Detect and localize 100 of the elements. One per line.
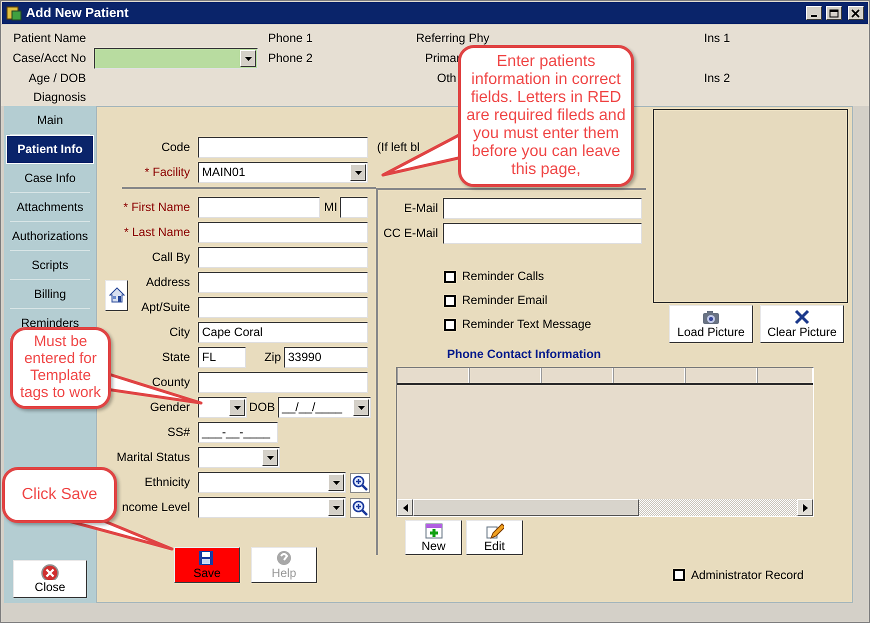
field-label: County [150,375,190,390]
dropdown-button[interactable] [229,399,245,416]
scroll-right-button[interactable] [797,499,813,516]
field-label: * Last Name [122,225,190,240]
close-icon [793,308,811,325]
house-button[interactable] [105,280,128,310]
clear-picture-button[interactable]: Clear Picture [760,305,844,343]
field-label: Oth [437,71,456,86]
sidebar-tab[interactable]: Authorizations [10,222,90,251]
text-field[interactable]: FL [198,347,246,368]
checkbox[interactable] [673,569,685,582]
search-button[interactable] [350,498,370,518]
dropdown-button[interactable] [262,449,278,466]
camera-icon [702,308,720,325]
text-field[interactable] [198,272,368,293]
checkbox-label: Administrator Record [691,568,804,583]
field-label: State [160,350,190,365]
column-header[interactable] [541,368,613,384]
sidebar-tab[interactable]: Patient Info [6,135,94,164]
caret-down-icon [266,454,274,460]
caret-down-icon [332,504,340,510]
field-label: DOB [249,400,276,415]
load-picture-button[interactable]: Load Picture [669,305,753,343]
caret-down-icon [332,480,340,486]
scroll-thumb[interactable] [413,499,639,516]
text-field[interactable] [198,222,368,243]
dropdown-field[interactable] [198,447,280,468]
field-label: Marital Status [116,450,190,465]
close-button[interactable]: Close [13,560,87,598]
dropdown-field[interactable]: __/__/____ [278,397,372,418]
dropdown-button[interactable] [353,399,370,416]
checkbox[interactable] [444,270,456,282]
scrollbar-track[interactable] [397,499,813,516]
close-button[interactable] [848,6,864,20]
column-header[interactable] [469,368,541,384]
maximize-button[interactable] [826,6,842,20]
field-label: Primar [425,51,460,66]
text-field[interactable] [198,372,368,393]
column-header[interactable] [613,368,685,384]
field-label: Code [160,140,190,155]
minimize-button[interactable] [806,6,822,20]
column-header[interactable] [397,368,469,384]
sidebar-tab[interactable]: Scripts [10,251,90,280]
dropdown-button[interactable] [240,50,256,67]
minimize-icon [811,15,817,17]
field-label: Ins 2 [704,71,730,86]
text-field[interactable]: Cape Coral [198,322,368,343]
scroll-left-button[interactable] [397,499,413,516]
checkbox-label: Reminder Calls [462,269,544,284]
close-icon [41,564,59,580]
dropdown-field[interactable] [198,397,247,418]
caret-down-icon [232,404,242,410]
sidebar-tab[interactable]: Attachments [10,193,90,222]
checkbox[interactable] [444,318,456,330]
field-label: Ins 1 [704,30,730,46]
field-label: Patient Name [12,30,86,46]
callout-tooltip: Must be entered for Template tags to work [10,327,111,409]
new-button[interactable]: New [405,520,462,556]
text-field[interactable]: ___-__-____ [198,422,278,443]
text-field[interactable] [340,197,368,218]
checkbox[interactable] [444,294,456,306]
sidebar-tab[interactable]: Case Info [10,164,90,193]
text-field[interactable] [198,137,368,158]
field-label: Case/Acct No [12,51,86,66]
checkbox-label: Reminder Email [462,293,548,308]
dropdown-field[interactable] [94,48,258,69]
add-icon [424,522,442,539]
field-label: E-Mail [402,201,438,216]
pencil-icon [486,522,504,539]
window-title: Add New Patient [26,5,130,21]
field-label: Age / DOB [28,71,86,86]
dropdown-button[interactable] [328,474,344,491]
text-field[interactable] [198,297,368,318]
field-label: Apt/Suite [140,300,190,315]
save-button[interactable]: Save [174,547,240,583]
text-field[interactable] [443,198,642,219]
section-title: Phone Contact Information [447,347,602,362]
field-label: ncome Level [120,500,190,515]
dropdown-field[interactable] [198,472,346,493]
field-label: Referring Phy [416,30,490,46]
dropdown-button[interactable] [328,499,344,516]
text-field[interactable] [443,223,642,244]
text-field[interactable]: 33990 [284,347,368,368]
field-label: Address [144,275,190,290]
checkbox-label: Reminder Text Message [462,317,592,332]
text-field[interactable] [198,197,320,218]
column-header[interactable] [685,368,757,384]
text-field[interactable] [198,247,368,268]
column-header[interactable] [757,368,813,384]
dropdown-field[interactable]: MAIN01 [198,162,368,183]
dropdown-field[interactable] [198,497,346,518]
app-icon [6,5,22,21]
dropdown-button[interactable] [350,164,366,181]
edit-button[interactable]: Edit [466,520,523,556]
field-label: * First Name [122,200,190,215]
callout-tooltip: Click Save [2,467,117,523]
help-icon [275,550,293,566]
house-icon [108,287,124,303]
sidebar-tab[interactable]: Billing [10,280,90,309]
search-button[interactable] [350,472,370,492]
